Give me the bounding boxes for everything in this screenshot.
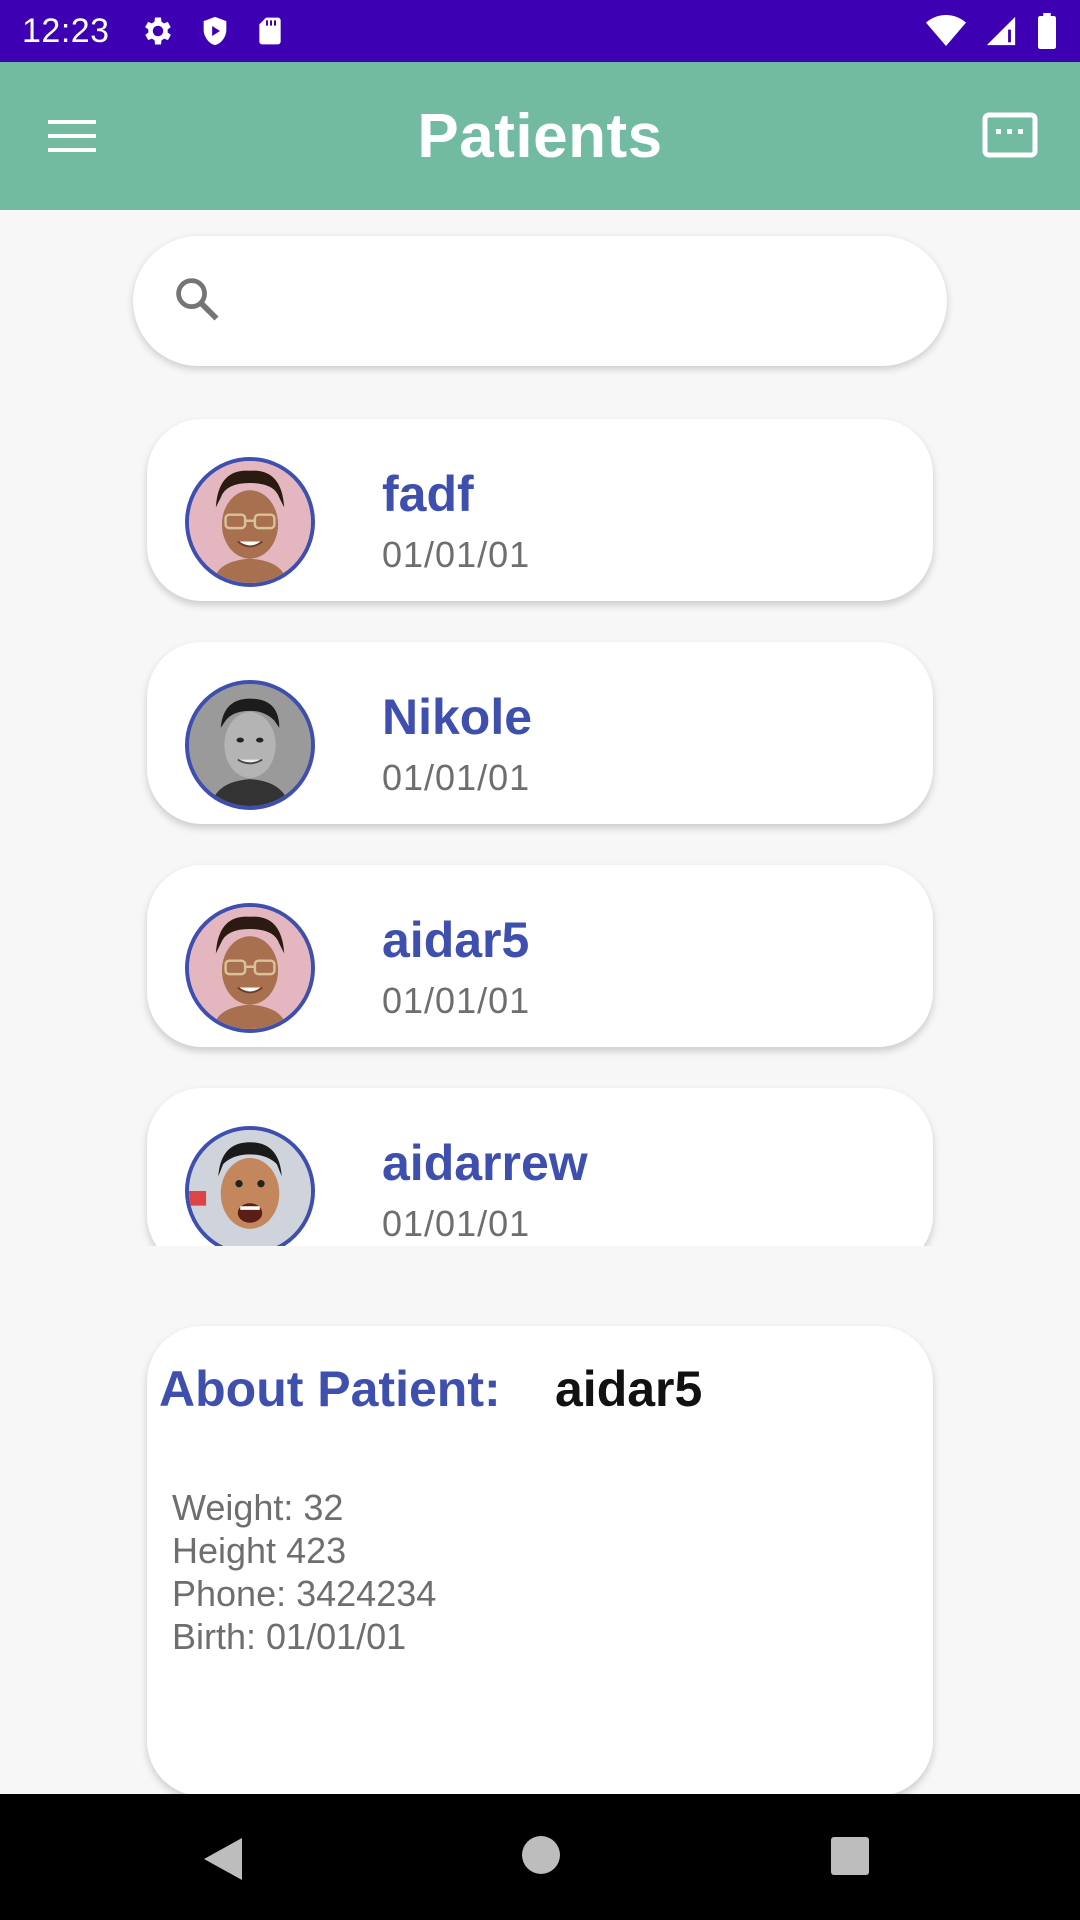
- patient-card[interactable]: aidarrew 01/01/01: [147, 1088, 933, 1246]
- patient-date: 01/01/01: [382, 534, 531, 575]
- birth-text: Birth: 01/01/01: [172, 1616, 407, 1657]
- search-bar[interactable]: [133, 236, 947, 366]
- patient-name: aidarrew: [382, 1135, 588, 1191]
- avatar: [185, 903, 315, 1033]
- avatar: [185, 457, 315, 587]
- about-label: About Patient:: [159, 1361, 501, 1417]
- back-icon[interactable]: [200, 1834, 246, 1889]
- nav-bar: [0, 1794, 1080, 1920]
- app-bar: Patients: [0, 62, 1080, 210]
- status-time: 12:23: [22, 11, 110, 50]
- menu-icon[interactable]: [44, 114, 100, 158]
- patient-date: 01/01/01: [382, 1203, 531, 1244]
- about-details: Weight: 32 Height 423 Phone: 3424234 Bir…: [172, 1486, 436, 1658]
- sd-card-icon: [254, 13, 286, 49]
- patient-card[interactable]: Nikole 01/01/01: [147, 642, 933, 824]
- patient-list[interactable]: fadf 01/01/01 Nikole 01/01/01 aidar5 01/…: [0, 380, 1080, 1246]
- patient-name: Nikole: [382, 689, 533, 745]
- shield-icon: [198, 13, 232, 49]
- search-input[interactable]: [241, 280, 921, 322]
- patient-card[interactable]: fadf 01/01/01: [147, 419, 933, 601]
- keyboard-icon[interactable]: [982, 112, 1038, 158]
- wifi-icon: [926, 14, 966, 48]
- height-text: Height 423: [172, 1530, 347, 1571]
- patient-name: fadf: [382, 466, 474, 522]
- signal-icon: [984, 14, 1018, 48]
- page-title: Patients: [417, 101, 663, 171]
- gear-icon: [140, 13, 176, 49]
- patient-card[interactable]: aidar5 01/01/01: [147, 865, 933, 1047]
- patient-name: aidar5: [382, 912, 530, 968]
- avatar: [185, 680, 315, 810]
- recents-icon[interactable]: [830, 1836, 870, 1881]
- patient-date: 01/01/01: [382, 757, 531, 798]
- home-icon[interactable]: [520, 1834, 562, 1881]
- patient-date: 01/01/01: [382, 980, 531, 1021]
- status-icons-right: [926, 13, 1058, 49]
- status-bar: 12:23: [0, 0, 1080, 62]
- weight-text: Weight: 32: [172, 1487, 344, 1528]
- about-patient-panel: About Patient: aidar5 Weight: 32 Height …: [147, 1326, 933, 1796]
- battery-icon: [1036, 13, 1058, 49]
- search-icon[interactable]: [171, 273, 223, 330]
- phone-text: Phone: 3424234: [172, 1573, 437, 1614]
- about-patient-name: aidar5: [555, 1361, 703, 1417]
- avatar: [185, 1126, 315, 1246]
- status-icons-left: [140, 13, 286, 49]
